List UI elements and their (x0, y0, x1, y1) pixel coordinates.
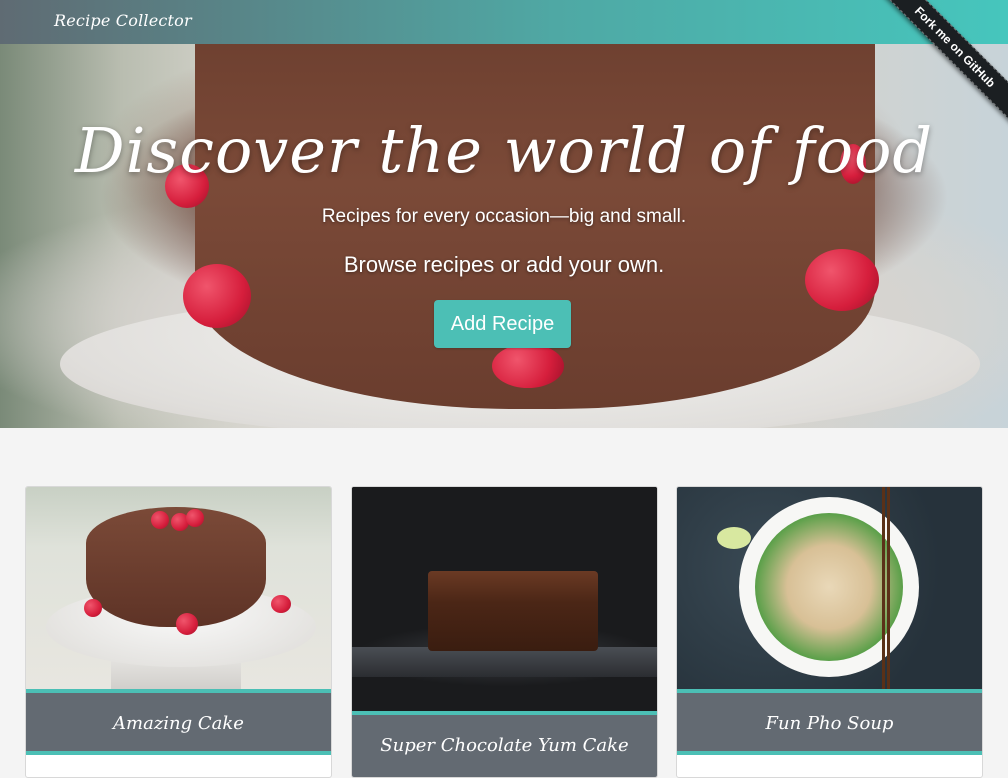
brand-link[interactable]: Recipe Collector (54, 11, 192, 30)
chopsticks (882, 487, 890, 689)
raspberry (186, 509, 204, 527)
raspberry (176, 613, 198, 635)
accent-line (677, 751, 982, 755)
recipe-card-title: Super Chocolate Yum Cake (352, 711, 657, 777)
github-ribbon: Fork me on GitHub (858, 0, 1008, 150)
recipe-card-image (677, 487, 982, 689)
recipe-card[interactable]: Fun Pho Soup (676, 486, 983, 778)
accent-line (26, 751, 331, 755)
pho-soup (755, 513, 903, 661)
hero: Discover the world of food Recipes for e… (0, 44, 1008, 428)
raspberry (271, 595, 291, 613)
add-recipe-button[interactable]: Add Recipe (434, 300, 571, 348)
raspberry (151, 511, 169, 529)
fork-on-github-link[interactable]: Fork me on GitHub (878, 0, 1008, 124)
recipe-card-title: Amazing Cake (26, 689, 331, 755)
brownie (428, 571, 598, 651)
raspberry (84, 599, 102, 617)
navbar: Recipe Collector (0, 0, 1008, 44)
hero-subtitle: Recipes for every occasion—big and small… (321, 206, 687, 227)
slate-board (352, 647, 657, 677)
hero-title: Discover the world of food (74, 114, 934, 187)
recipe-card-title-text: Amazing Cake (113, 713, 244, 734)
recipe-card-image (26, 487, 331, 689)
recipe-card-title: Fun Pho Soup (677, 689, 982, 755)
lime-slice (717, 527, 751, 549)
recipe-card-title-text: Fun Pho Soup (765, 713, 894, 734)
recipe-card[interactable]: Amazing Cake (25, 486, 332, 778)
recipe-card[interactable]: Super Chocolate Yum Cake (351, 486, 658, 778)
hero-tagline: Browse recipes or add your own. (343, 252, 665, 277)
recipe-card-image (352, 487, 657, 711)
recipe-card-title-text: Super Chocolate Yum Cake (380, 735, 629, 756)
